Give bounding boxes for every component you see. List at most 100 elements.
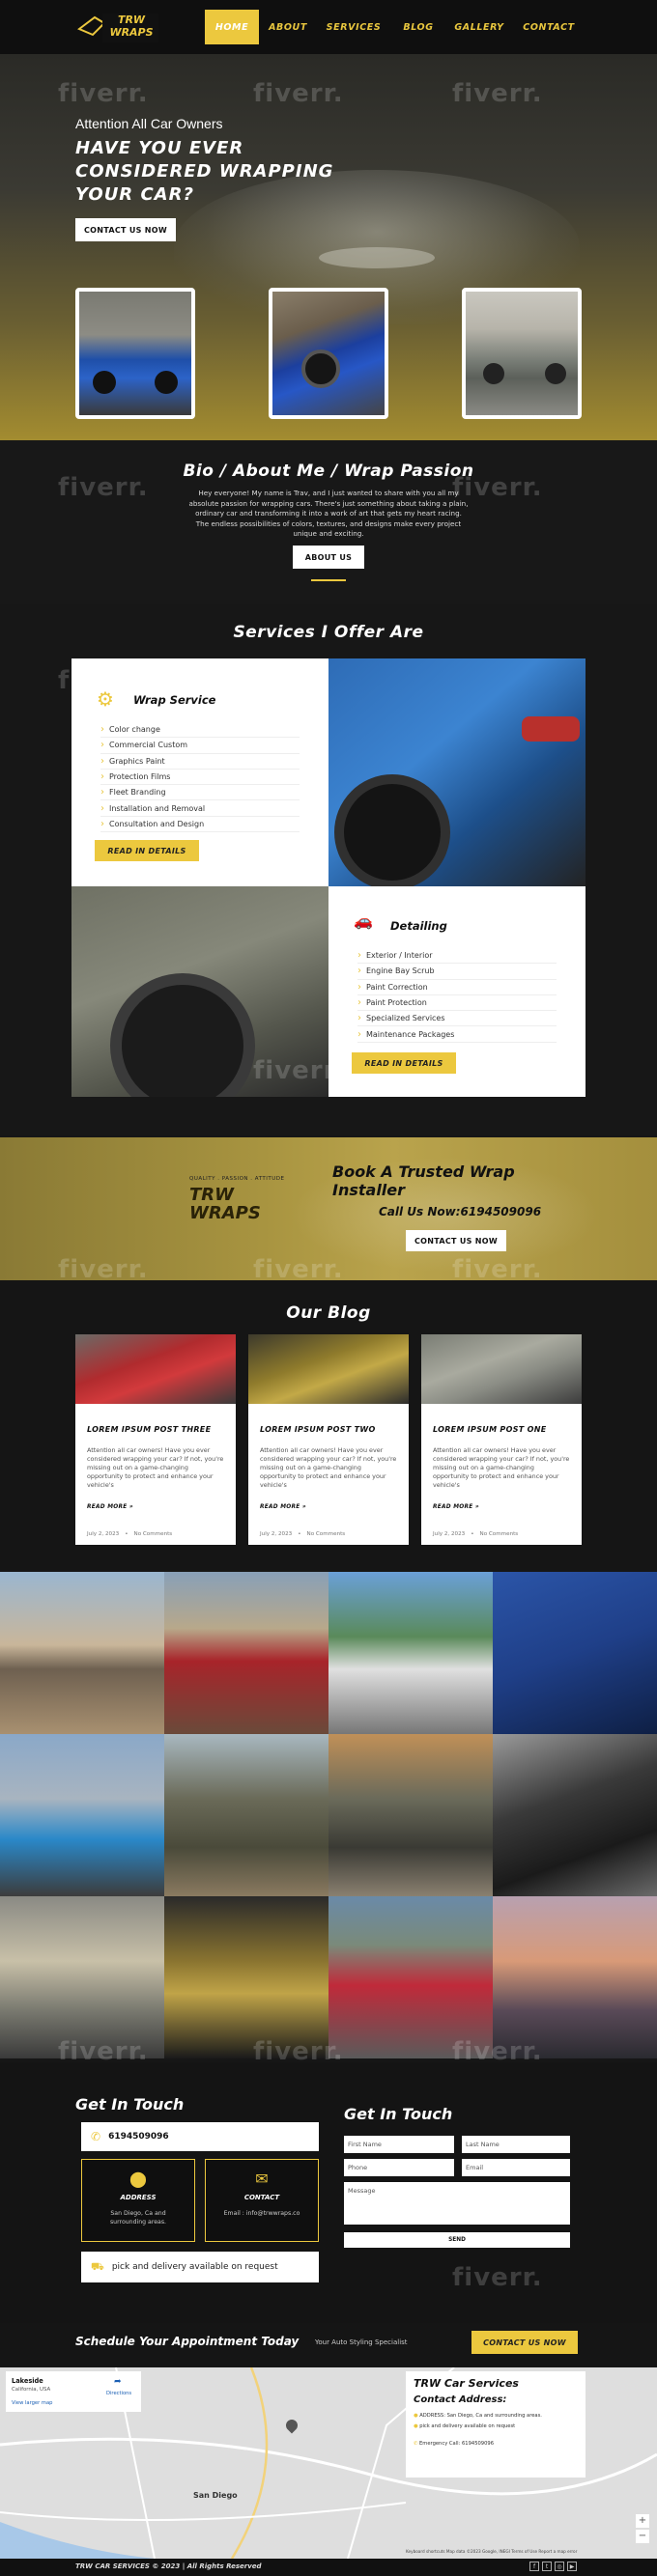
last-name-field[interactable]: Last Name [462,2136,570,2153]
phone-field[interactable]: Phone [344,2159,454,2176]
message-field[interactable]: Message [344,2182,570,2225]
detailing-card: 🚗 Detailing Exterior / Interior Engine B… [328,886,586,1097]
call-label: Call Us Now: [379,1205,461,1218]
map-attribution: Keyboard shortcuts Map data ©2023 Google… [406,2549,578,2554]
map-zoom-out-button[interactable]: − [636,2530,649,2543]
wrap-read-details-button[interactable]: READ IN DETAILS [95,840,199,861]
blog-post-card[interactable]: LOREM IPSUM POST ONE Attention all car o… [421,1334,582,1545]
meta-separator: • [298,1531,301,1537]
hero-thumbnail-grey-car[interactable] [462,288,582,419]
watermark: fiverr. [452,2263,543,2292]
car-wheel [93,371,116,394]
post-title[interactable]: LOREM IPSUM POST TWO [260,1425,401,1434]
detailing-list: Exterior / Interior Engine Bay Scrub Pai… [357,948,557,1043]
email-field[interactable]: Email [462,2159,570,2176]
post-read-more[interactable]: READ MORE » [87,1504,133,1510]
gallery-image[interactable] [328,1734,493,1896]
nav-home[interactable]: HOME [205,10,259,44]
post-date: July 2, 2023 [87,1531,120,1537]
blog-post-card[interactable]: LOREM IPSUM POST THREE Attention all car… [75,1334,236,1545]
map-city-label: San Diego [193,2491,238,2500]
gallery-image[interactable] [0,1572,164,1734]
service-list-item: Consultation and Design [100,817,300,833]
service-list-item: Specialized Services [357,1011,557,1027]
address-box: ⬤ ADDRESS San Diego, Ca and surrounding … [81,2159,195,2242]
gallery-image[interactable] [493,1572,657,1734]
hero-headlight [319,247,435,268]
gallery-image[interactable] [493,1896,657,2058]
banner-contact-button[interactable]: CONTACT US NOW [406,1230,506,1251]
map-place-sub: California, USA [12,2387,51,2393]
meta-separator: • [125,1531,129,1537]
about-us-button[interactable]: ABOUT US [293,546,364,569]
car-wheel [545,363,566,384]
post-title[interactable]: LOREM IPSUM POST ONE [433,1425,574,1434]
gallery-image[interactable] [328,1572,493,1734]
post-image-silver-car [421,1334,582,1404]
instagram-icon[interactable]: ◎ [555,2562,564,2571]
post-date: July 2, 2023 [433,1531,466,1537]
social-icons: f t ◎ ▶ [529,2562,577,2571]
map-card-phone-text[interactable]: Emergency Call: 6194509096 [419,2441,494,2447]
gallery-image[interactable] [328,1896,493,2058]
facebook-icon[interactable]: f [529,2562,539,2571]
site-logo[interactable]: TRW WRAPS [75,8,162,46]
nav-gallery[interactable]: GALLERY [448,10,510,44]
map-card-address-text: ADDRESS: San Diego, Ca and surrounding a… [419,2413,542,2419]
first-name-field[interactable]: First Name [344,2136,454,2153]
phone-box[interactable]: ✆ 6194509096 [81,2122,319,2151]
send-button[interactable]: SEND [344,2232,570,2248]
map-zoom-in-button[interactable]: + [636,2514,649,2528]
gallery-image[interactable] [164,1734,328,1896]
nav-services[interactable]: SERVICES [323,10,385,44]
map-directions[interactable]: Directions [106,2391,131,2396]
map-place-card: Lakeside California, USA View larger map… [6,2371,141,2412]
post-comments[interactable]: No Comments [134,1531,173,1537]
service-list-item: Exterior / Interior [357,948,557,965]
contact-email[interactable]: Email : info@trwwraps.co [212,2209,312,2218]
map-view-larger[interactable]: View larger map [12,2400,52,2406]
post-read-more[interactable]: READ MORE » [433,1504,479,1510]
service-list-item: Paint Protection [357,995,557,1012]
service-list-item: Maintenance Packages [357,1026,557,1043]
wrap-service-title: Wrap Service [133,693,216,707]
map-card-subtitle: Contact Address: [414,2394,507,2405]
post-excerpt: Attention all car owners! Have you ever … [433,1446,570,1489]
service-list-item: Installation and Removal [100,800,300,817]
hero-contact-button[interactable]: CONTACT US NOW [75,218,176,241]
gallery-image[interactable] [164,1572,328,1734]
detailing-read-details-button[interactable]: READ IN DETAILS [352,1052,456,1074]
logo-text: TRW WRAPS [109,14,154,39]
gallery-image[interactable] [164,1896,328,2058]
car-taillight [522,716,580,742]
nav-blog[interactable]: BLOG [394,10,443,44]
gallery-image[interactable] [493,1734,657,1896]
call-phone[interactable]: 6194509096 [461,1205,542,1218]
post-image-gold-car [248,1334,409,1404]
directions-icon[interactable]: ➦ [114,2377,122,2387]
contact-label: CONTACT [243,2194,280,2201]
nav-contact[interactable]: CONTACT [518,10,580,44]
car-wheel [334,774,450,886]
youtube-icon[interactable]: ▶ [567,2562,577,2571]
post-comments[interactable]: No Comments [480,1531,519,1537]
gallery-image[interactable] [0,1734,164,1896]
watermark: fiverr. [253,1056,344,1085]
post-comments[interactable]: No Comments [307,1531,346,1537]
nav-about[interactable]: ABOUT [261,10,315,44]
hero-thumbnail-blue-supra[interactable] [75,288,195,419]
schedule-contact-button[interactable]: CONTACT US NOW [471,2331,578,2354]
car-icon: 🚗 [354,911,373,930]
service-list-item: Protection Films [100,770,300,786]
blog-post-card[interactable]: LOREM IPSUM POST TWO Attention all car o… [248,1334,409,1545]
pickup-box: ⛟ pick and delivery available on request [81,2252,319,2282]
map-card-pickup: ● pick and delivery available on request [414,2422,578,2430]
post-read-more[interactable]: READ MORE » [260,1504,306,1510]
gallery-image[interactable] [0,1896,164,2058]
bio-title: Bio / About Me / Wrap Passion [183,462,474,481]
banner-logo-tagline: QUALITY . PASSION . ATTITUDE [189,1176,285,1182]
post-title[interactable]: LOREM IPSUM POST THREE [87,1425,228,1434]
pickup-text: pick and delivery available on request [111,2262,278,2272]
hero-thumbnail-blue-car[interactable] [269,288,388,419]
twitter-icon[interactable]: t [542,2562,552,2571]
